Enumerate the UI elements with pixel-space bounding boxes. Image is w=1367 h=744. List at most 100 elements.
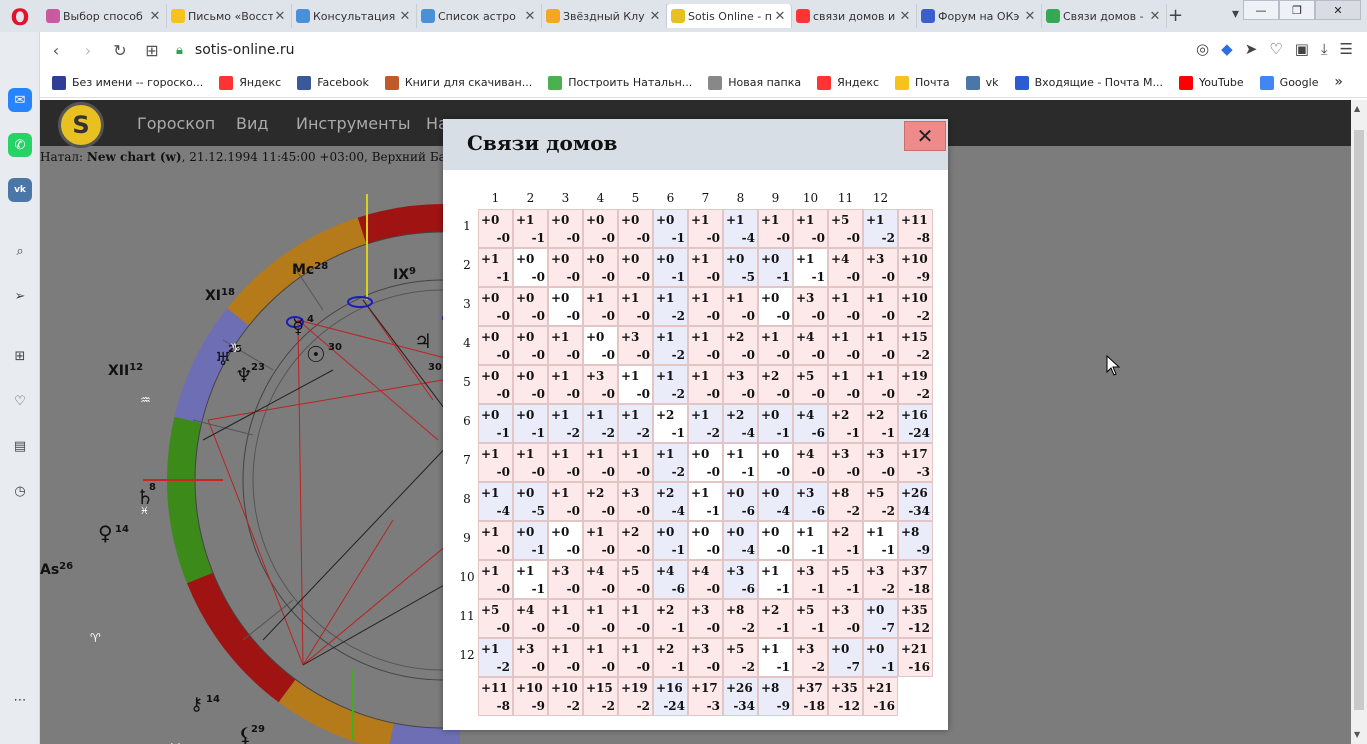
tab-menu-icon[interactable]: ▾ (1232, 6, 1239, 22)
connection-cell: +1 -0 (688, 248, 723, 287)
close-tab-icon[interactable]: ✕ (523, 9, 537, 24)
tab-favicon-icon (46, 9, 60, 23)
positive-value: +0 (586, 330, 605, 344)
connection-cell: +3 -0 (688, 638, 723, 677)
whatsapp-icon[interactable]: ✆ (8, 133, 32, 157)
browser-tab[interactable]: Звёздный Клу ✕ (542, 4, 667, 28)
negative-value: -0 (601, 465, 615, 479)
restore-button[interactable]: ❐ (1279, 0, 1315, 20)
scrollbar-thumb[interactable] (1354, 130, 1364, 710)
close-tab-icon[interactable]: ✕ (1148, 9, 1162, 24)
close-tab-icon[interactable]: ✕ (648, 9, 662, 24)
more-bookmarks-icon[interactable]: » (1334, 74, 1343, 90)
connection-cell: +1 -1 (723, 443, 758, 482)
bookmark-item[interactable]: vk (965, 75, 999, 90)
menu-view[interactable]: Вид (236, 114, 268, 133)
easy-setup-icon[interactable]: ☰ (1340, 40, 1353, 58)
positive-value: +4 (831, 252, 850, 266)
close-tab-icon[interactable]: ✕ (398, 9, 412, 24)
sotis-logo[interactable]: S (58, 102, 104, 148)
bookmark-item[interactable]: Facebook (297, 75, 369, 90)
forward-icon[interactable]: › (72, 41, 104, 60)
negative-value: -2 (811, 660, 825, 674)
browser-tab[interactable]: связи домов и ✕ (792, 4, 917, 28)
menu-tools[interactable]: Инструменты (296, 114, 411, 133)
close-tab-icon[interactable]: ✕ (148, 9, 162, 24)
close-tab-icon[interactable]: ✕ (273, 9, 287, 24)
more-icon[interactable]: ⋯ (8, 688, 32, 712)
browser-tab[interactable]: Выбор способ ✕ (42, 4, 167, 28)
positive-value: +2 (726, 330, 745, 344)
speed-dial-icon[interactable]: ⊞ (8, 344, 32, 368)
extension-icon[interactable]: ▣ (1295, 40, 1309, 58)
negative-value: -1 (671, 660, 685, 674)
news-icon[interactable]: ▤ (8, 434, 32, 458)
bookmark-item[interactable]: YouTube (1178, 75, 1244, 90)
vk-icon[interactable]: vk (8, 178, 32, 202)
scroll-down-icon[interactable]: ▼ (1354, 730, 1360, 739)
bookmark-item[interactable]: Google (1259, 75, 1318, 90)
positive-value: +3 (691, 642, 710, 656)
column-header: 11 (837, 191, 854, 205)
download-icon[interactable]: ⤓ (1321, 40, 1328, 58)
bookmark-item[interactable]: Новая папка (708, 75, 801, 90)
shield-icon[interactable]: ◆ (1221, 40, 1233, 58)
browser-tab[interactable]: Связи домов - ✕ (1042, 4, 1167, 28)
bookmark-item[interactable]: Построить Натальн... (548, 75, 692, 90)
close-tab-icon[interactable]: ✕ (898, 9, 912, 24)
minimize-button[interactable]: — (1243, 0, 1279, 20)
connection-cell: +1 -1 (513, 560, 548, 599)
url-field[interactable]: sotis-online.ru (195, 42, 295, 58)
new-tab-button[interactable]: + (1168, 5, 1183, 26)
bookmark-item[interactable]: Яндекс (219, 75, 281, 90)
positive-value: +2 (831, 525, 850, 539)
column-header: 2 (526, 191, 535, 205)
negative-value: -7 (881, 621, 895, 635)
camera-icon[interactable]: ◎ (1196, 40, 1209, 58)
bookmark-item[interactable]: Без имени -- гороско... (52, 75, 203, 90)
browser-tab[interactable]: Sotis Online - п ✕ (667, 4, 792, 28)
browser-tab[interactable]: Консультация ✕ (292, 4, 417, 28)
positive-value: +0 (726, 486, 745, 500)
positive-value: +2 (761, 369, 780, 383)
close-dialog-button[interactable]: ✕ (904, 121, 946, 151)
back-icon[interactable]: ‹ (40, 41, 72, 60)
close-window-button[interactable]: ✕ (1315, 0, 1361, 20)
positive-value: +2 (726, 408, 745, 422)
bookmark-item[interactable]: Входящие - Почта М... (1014, 75, 1163, 90)
heart-icon[interactable]: ♡ (8, 389, 32, 413)
bookmark-item[interactable]: Яндекс (817, 75, 879, 90)
connection-cell: +3 -0 (583, 365, 618, 404)
messenger-icon[interactable]: ✉ (8, 88, 32, 112)
tiles-icon[interactable]: ⊞ (136, 41, 168, 60)
positive-value: +1 (656, 330, 675, 344)
positive-value: +0 (551, 525, 570, 539)
history-icon[interactable]: ◷ (8, 479, 32, 503)
positive-value: +1 (586, 642, 605, 656)
close-tab-icon[interactable]: ✕ (773, 9, 787, 24)
bookmark-item[interactable]: Почта (895, 75, 950, 90)
search-icon[interactable]: ⌕ (8, 239, 32, 263)
bookmark-label: YouTube (1198, 76, 1244, 89)
connection-cell: +1 -4 (723, 209, 758, 248)
bookmark-item[interactable]: Книги для скачиван... (384, 75, 532, 90)
positive-value: +1 (866, 369, 885, 383)
connection-cell: +4 -0 (793, 443, 828, 482)
house-label-text: As (40, 562, 59, 578)
close-tab-icon[interactable]: ✕ (1023, 9, 1037, 24)
browser-tab[interactable]: Список астро ✕ (417, 4, 542, 28)
send-icon[interactable]: ➤ (1245, 40, 1258, 58)
browser-tab[interactable]: Письмо «Восст ✕ (167, 4, 292, 28)
send-icon[interactable]: ➢ (8, 284, 32, 308)
positive-value: +3 (796, 564, 815, 578)
browser-tab[interactable]: Форум на ОКэ ✕ (917, 4, 1042, 28)
reload-icon[interactable]: ↻ (104, 41, 136, 60)
page-scrollbar[interactable]: ▲ ▼ (1351, 100, 1367, 744)
house-label-text: XII (108, 363, 129, 379)
scroll-up-icon[interactable]: ▲ (1354, 104, 1360, 113)
heart-icon[interactable]: ♡ (1269, 40, 1282, 58)
menu-horoscope[interactable]: Гороскоп (137, 114, 215, 133)
opera-menu-icon[interactable]: O (4, 4, 36, 32)
lock-icon[interactable]: 🔒︎ (176, 43, 183, 58)
positive-value: +5 (831, 564, 850, 578)
